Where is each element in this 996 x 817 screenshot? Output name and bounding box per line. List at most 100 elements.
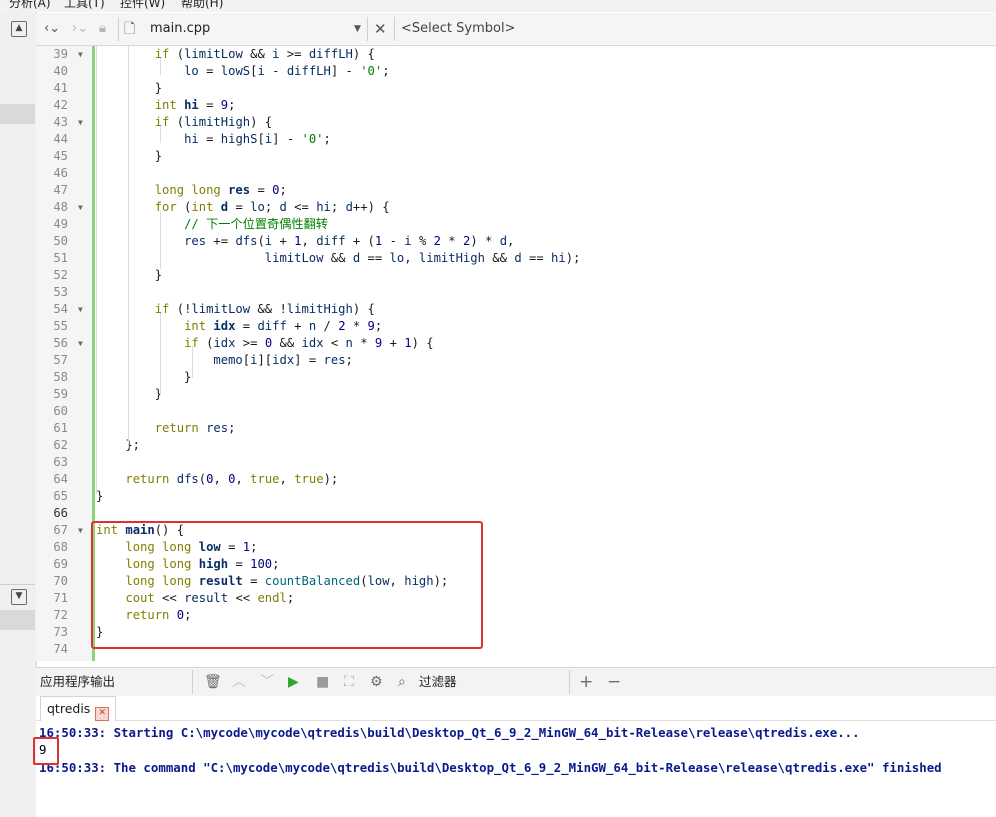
line-number: 48 [53, 200, 68, 214]
code-line[interactable]: 57 memo[i][idx] = res; [36, 352, 996, 369]
line-number: 71 [53, 591, 68, 605]
file-name[interactable]: main.cpp [150, 13, 210, 45]
code-line[interactable]: 58 } [36, 369, 996, 386]
indent-guide [160, 126, 161, 143]
line-number: 60 [53, 404, 68, 418]
code-line[interactable]: 40 lo = lowS[i - diffLH] - '0'; [36, 63, 996, 80]
line-number: 64 [53, 472, 68, 486]
filter-input[interactable]: 过滤器 [419, 668, 457, 696]
menu-bar: 分析(A) 工具(T) 控件(W) 帮助(H) [0, 0, 996, 12]
code-line[interactable]: 51 limitLow && d == lo, limitHigh && d =… [36, 250, 996, 267]
code-text: } [96, 370, 192, 384]
code-line[interactable]: 55 int idx = diff + n / 2 * 9; [36, 318, 996, 335]
run-icon[interactable]: ▶ [288, 668, 299, 696]
menu-tools[interactable]: 工具(T) [64, 0, 105, 11]
menu-controls[interactable]: 控件(W) [120, 0, 165, 11]
output-panel-header: 应用程序输出 🗑︎ ︿ ﹀ ▶ ■ ⛶ ⚙ ⌕ 过滤器 + − [36, 667, 996, 697]
filter-search-icon: ⌕ [398, 674, 406, 690]
code-line[interactable]: 63 [36, 454, 996, 471]
code-text: for (int d = lo; d <= hi; d++) { [154, 200, 390, 214]
collapse-icon[interactable]: ▲ [11, 21, 27, 37]
forward-arrow-icon[interactable]: ›⌄ [72, 13, 88, 45]
main-function-highlight [91, 521, 483, 649]
code-line[interactable]: 43 ▼ if (limitHigh) { [36, 114, 996, 131]
code-line[interactable]: 45 } [36, 148, 996, 165]
next-item-icon[interactable]: ﹀ [260, 668, 274, 696]
add-icon[interactable]: + [579, 668, 593, 696]
back-arrow-icon[interactable]: ‹⌄ [44, 13, 60, 45]
line-number: 59 [53, 387, 68, 401]
indent-guide [160, 58, 161, 75]
close-tab-icon[interactable]: ✕ [95, 707, 110, 721]
code-line[interactable]: 52 } [36, 267, 996, 284]
sidebar-selected-row[interactable] [0, 104, 35, 124]
code-line[interactable]: 53 [36, 284, 996, 301]
symbol-selector[interactable]: <Select Symbol> [401, 13, 515, 45]
code-line[interactable]: 66 [36, 505, 996, 522]
menu-help[interactable]: 帮助(H) [181, 0, 223, 11]
code-line[interactable]: 48 ▼ for (int d = lo; d <= hi; d++) { [36, 199, 996, 216]
line-number: 70 [53, 574, 68, 588]
code-line[interactable]: 42 int hi = 9; [36, 97, 996, 114]
sidebar-selected-row-2[interactable] [0, 610, 35, 630]
file-dropdown-chevron-icon[interactable]: ▼ [354, 13, 361, 45]
code-text: lo = lowS[i - diffLH] - '0'; [184, 64, 390, 78]
code-text: res += dfs(i + 1, diff + (1 - i % 2 * 2)… [184, 234, 515, 248]
line-number: 57 [53, 353, 68, 367]
fold-marker-icon[interactable]: ▼ [78, 335, 83, 352]
file-icon: 🗋 [124, 21, 136, 37]
code-line[interactable]: 44 hi = highS[i] - '0'; [36, 131, 996, 148]
line-number: 53 [53, 285, 68, 299]
expand-icon[interactable]: ▼ [11, 589, 27, 605]
code-line[interactable]: 41 } [36, 80, 996, 97]
code-line[interactable]: 47 long long res = 0; [36, 182, 996, 199]
code-line[interactable]: 62 }; [36, 437, 996, 454]
menu-analyze[interactable]: 分析(A) [9, 0, 51, 11]
code-text: } [96, 149, 163, 163]
code-text: int idx = diff + n / 2 * 9; [184, 319, 383, 333]
line-number: 41 [53, 81, 68, 95]
toolbar-separator [367, 17, 368, 41]
code-text: return dfs(0, 0, true, true); [125, 472, 339, 486]
line-number: 61 [53, 421, 68, 435]
line-number: 51 [53, 251, 68, 265]
output-tab-qtredis[interactable]: qtredis ✕ [40, 696, 117, 721]
fold-marker-icon[interactable]: ▼ [78, 46, 83, 63]
code-line[interactable]: 64 return dfs(0, 0, true, true); [36, 471, 996, 488]
indent-guide [160, 313, 161, 395]
line-number: 45 [53, 149, 68, 163]
code-line[interactable]: 46 [36, 165, 996, 182]
code-line[interactable]: 39 ▼ if (limitLow && i >= diffLH) { [36, 46, 996, 63]
line-number: 40 [53, 64, 68, 78]
close-file-icon[interactable]: ✕ [374, 13, 387, 45]
line-number: 66 [53, 506, 68, 520]
code-line[interactable]: 50 res += dfs(i + 1, diff + (1 - i % 2 *… [36, 233, 996, 250]
indent-guide [128, 46, 129, 448]
settings-gear-icon[interactable]: ⚙ [370, 668, 383, 696]
stop-icon[interactable]: ■ [316, 668, 329, 696]
code-line[interactable]: 59 } [36, 386, 996, 403]
fold-marker-icon[interactable]: ▼ [78, 199, 83, 216]
output-console[interactable]: 16:50:33: Starting C:\mycode\mycode\qtre… [36, 721, 996, 817]
line-number: 69 [53, 557, 68, 571]
code-line[interactable]: 56 ▼ if (idx >= 0 && idx < n * 9 + 1) { [36, 335, 996, 352]
remove-icon[interactable]: − [607, 668, 621, 696]
fold-marker-icon[interactable]: ▼ [78, 522, 83, 539]
line-number: 55 [53, 319, 68, 333]
line-number: 42 [53, 98, 68, 112]
fold-marker-icon[interactable]: ▼ [78, 114, 83, 131]
code-line[interactable]: 49 // 下一个位置奇偶性翻转 [36, 216, 996, 233]
line-number: 63 [53, 455, 68, 469]
code-line[interactable]: 61 return res; [36, 420, 996, 437]
code-line[interactable]: 60 [36, 403, 996, 420]
attach-debugger-icon[interactable]: ⛶ [344, 668, 354, 696]
code-line[interactable]: 65} [36, 488, 996, 505]
clear-output-icon[interactable]: 🗑︎ [204, 668, 222, 696]
line-number: 58 [53, 370, 68, 384]
fold-marker-icon[interactable]: ▼ [78, 301, 83, 318]
previous-item-icon[interactable]: ︿ [232, 668, 246, 696]
output-line: 16:50:33: Starting C:\mycode\mycode\qtre… [39, 725, 860, 740]
code-line[interactable]: 54 ▼ if (!limitLow && !limitHigh) { [36, 301, 996, 318]
code-text: if (!limitLow && !limitHigh) { [154, 302, 375, 316]
code-text: hi = highS[i] - '0'; [184, 132, 331, 146]
